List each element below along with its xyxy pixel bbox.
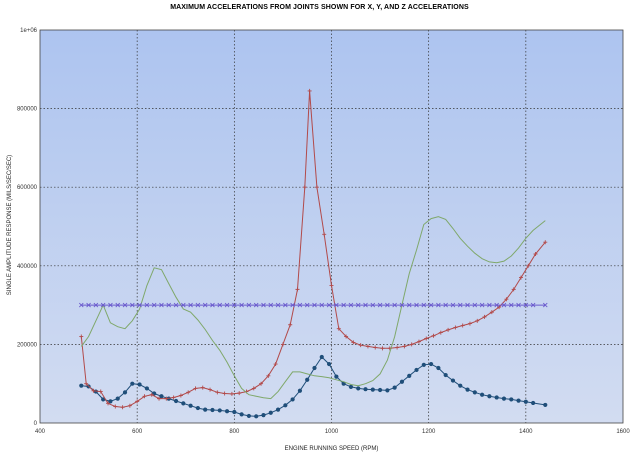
data-point <box>421 362 426 367</box>
data-point <box>130 381 135 386</box>
data-point <box>487 394 492 399</box>
data-point <box>334 374 339 379</box>
data-point <box>472 390 477 395</box>
data-point <box>443 372 448 378</box>
data-point <box>268 410 273 415</box>
data-point <box>458 383 463 388</box>
data-point <box>312 365 317 371</box>
data-point <box>501 396 507 401</box>
chart-container: MAXIMUM ACCELERATIONS FROM JOINTS SHOWN … <box>0 0 639 457</box>
data-point <box>283 403 288 408</box>
y-tick-label: 400000 <box>17 264 38 270</box>
data-point <box>326 361 332 367</box>
x-tick-label: 1200 <box>422 429 436 435</box>
data-point <box>509 397 514 402</box>
x-tick-label: 1400 <box>519 429 533 435</box>
y-tick-label: 1e+06 <box>20 28 38 34</box>
data-point <box>465 387 470 392</box>
y-tick-label: 0 <box>34 421 38 427</box>
x-tick-label: 1000 <box>325 429 339 435</box>
x-tick-label: 600 <box>132 429 143 435</box>
data-point <box>173 398 179 404</box>
data-point <box>188 403 193 408</box>
y-tick-label: 800000 <box>17 107 38 113</box>
data-point <box>137 382 142 387</box>
y-tick-label: 200000 <box>17 342 38 348</box>
data-point <box>297 388 303 393</box>
data-point <box>115 396 120 401</box>
x-tick-label: 1600 <box>616 429 630 435</box>
x-tick-label: 800 <box>229 429 240 435</box>
data-point <box>203 407 208 412</box>
x-tick-label: 400 <box>35 429 46 435</box>
data-point <box>319 354 324 360</box>
data-point <box>79 383 84 388</box>
data-point <box>494 395 499 400</box>
data-point <box>210 407 215 413</box>
data-point <box>436 365 441 371</box>
data-point <box>254 414 259 419</box>
data-point <box>385 388 390 393</box>
plot-area: 400 600 800 1000 1200 1400 1600 0 200000 400000 60… <box>17 28 630 435</box>
data-point <box>523 399 528 404</box>
data-point <box>348 384 354 389</box>
data-point <box>224 409 230 414</box>
data-point <box>516 398 521 403</box>
data-point <box>108 399 113 404</box>
data-point <box>377 387 383 393</box>
data-point <box>159 394 164 399</box>
data-point <box>450 378 456 383</box>
data-point <box>275 407 281 412</box>
data-point <box>480 392 485 397</box>
data-point <box>363 387 368 392</box>
data-point <box>392 385 397 390</box>
y-tick-label: 600000 <box>17 185 38 191</box>
data-point <box>217 408 222 413</box>
data-point <box>181 401 186 406</box>
data-point <box>414 367 419 373</box>
data-point <box>543 402 548 408</box>
data-point <box>122 390 128 395</box>
data-point <box>399 379 405 384</box>
data-point <box>370 387 375 392</box>
data-point <box>232 409 237 415</box>
data-point <box>290 397 295 402</box>
data-point <box>195 405 200 411</box>
data-point <box>305 377 310 382</box>
data-point <box>261 413 266 418</box>
data-point <box>428 361 434 367</box>
data-point <box>239 412 244 417</box>
data-point <box>356 386 361 391</box>
data-point <box>531 400 536 406</box>
data-point <box>246 413 252 419</box>
data-point <box>144 386 149 391</box>
data-point <box>407 373 412 378</box>
